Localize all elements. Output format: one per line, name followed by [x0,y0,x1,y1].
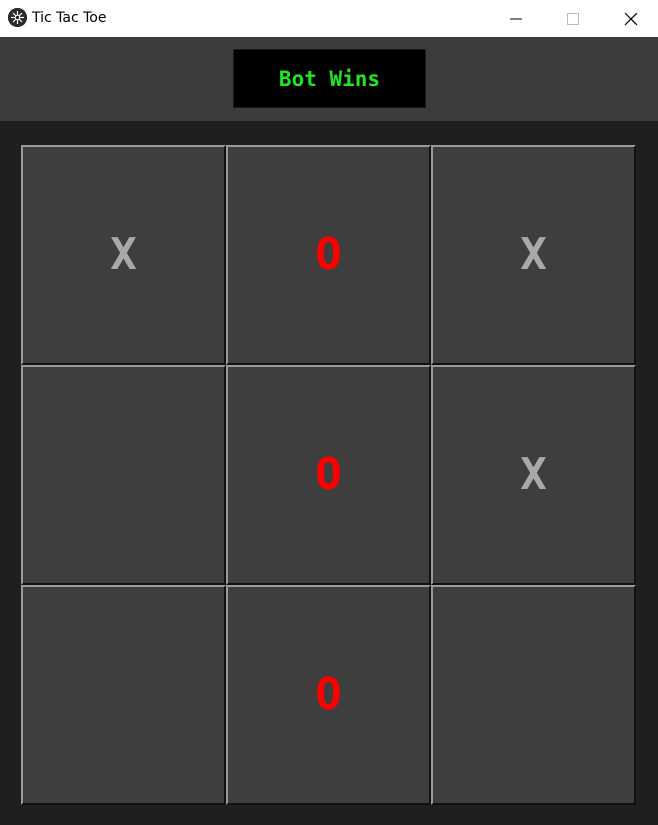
maximize-icon [567,12,579,25]
window-title: Tic Tac Toe [32,10,107,26]
maximize-button[interactable] [550,0,596,37]
board-cell-8[interactable]: O [226,585,431,805]
board-cell-6[interactable]: X [431,365,636,585]
board-cell-2[interactable]: O [226,145,431,365]
board-cell-9[interactable] [431,585,636,805]
app-icon [8,8,27,27]
board-cell-1[interactable]: X [21,145,226,365]
game-board: X O X O X O [21,145,637,806]
status-display: Bot Wins [233,49,426,108]
board-cell-7[interactable] [21,585,226,805]
header-panel: Bot Wins [0,37,658,121]
minimize-button[interactable] [493,0,539,37]
close-button[interactable] [608,0,654,37]
board-cell-5[interactable]: O [226,365,431,585]
board-cell-3[interactable]: X [431,145,636,365]
status-text: Bot Wins [278,66,381,91]
cell-mark: O [315,449,342,500]
close-icon [624,12,638,25]
cell-mark: X [520,449,547,500]
cell-mark: O [315,229,342,280]
cell-mark: X [520,229,547,280]
board-cell-4[interactable] [21,365,226,585]
cell-mark: O [315,669,342,720]
cell-mark: X [110,229,137,280]
minimize-icon [510,18,522,19]
title-bar: Tic Tac Toe [0,0,658,37]
